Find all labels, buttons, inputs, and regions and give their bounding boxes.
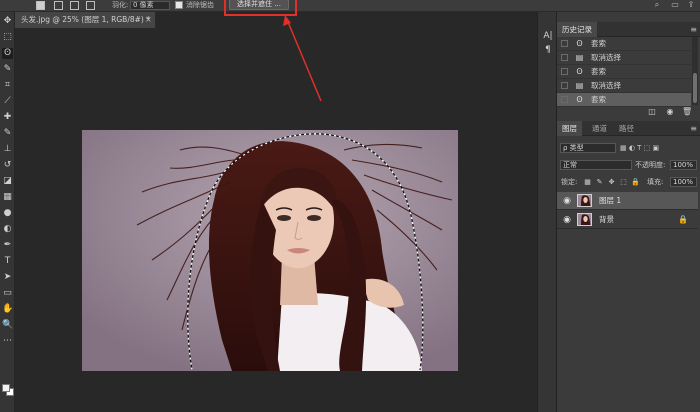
history-snapshot-checkbox[interactable] [561,68,568,75]
tab-paths[interactable]: 路径 [614,121,639,136]
share-icon[interactable]: ⇪ [686,0,696,10]
document-icon: ▤ [575,53,584,62]
feather-input[interactable]: 0 像素 [130,1,170,10]
intersect-selection-icon[interactable] [86,1,95,10]
history-panel-header: 历史记录 ≡ [557,22,700,37]
layer-filter-select[interactable]: ρ 类型 [560,143,616,153]
quick-select-icon[interactable]: ✎ [2,64,13,75]
opacity-label: 不透明度: [635,161,666,169]
tab-layers[interactable]: 图层 [557,121,582,136]
camera-icon[interactable]: ◉ [665,106,675,118]
tab-channels[interactable]: 通道 [587,121,612,136]
layer-name[interactable]: 图层 1 [599,192,621,210]
portrait-photo [82,130,458,371]
lock-icon: 🔒 [678,215,688,224]
shape-icon[interactable]: ▭ [2,288,13,299]
history-item[interactable]: ▤ 取消选择 [557,51,691,65]
eraser-icon[interactable]: ◪ [2,176,13,187]
antialias-label: 消除锯齿 [186,1,214,9]
history-item-label: 套索 [591,39,606,48]
layer-thumbnail [577,213,592,226]
history-scrollbar[interactable] [692,37,698,105]
pen-icon[interactable]: ✒ [2,240,13,251]
eyedropper-icon[interactable]: ⟋ [2,96,13,107]
history-scroll-thumb[interactable] [693,73,697,103]
marquee-icon[interactable]: ⬚ [2,32,13,43]
fill-label: 填充: [647,178,664,186]
add-selection-icon[interactable] [54,1,63,10]
fill-input[interactable]: 100% [670,177,697,187]
visibility-eye-icon[interactable]: ◉ [561,214,573,226]
history-item-label: 套索 [591,67,606,76]
document-icon: ▤ [575,81,584,90]
filter-icons[interactable]: ▦ ◐ T ⬚ ▣ [620,143,659,153]
layer-row[interactable]: ◉ 图层 1 [557,192,698,210]
lock-transparent-icon[interactable]: ▦ [583,178,592,187]
blend-mode-select[interactable]: 正常 [560,160,632,170]
character-icon[interactable]: A| [542,30,554,42]
move-icon[interactable]: ✥ [2,16,13,27]
trash-icon[interactable]: 🗑 [682,106,692,118]
history-snapshot-checkbox[interactable] [561,40,568,47]
close-icon[interactable]: × [145,12,155,28]
lasso-icon[interactable]: ʘ [2,48,13,59]
lock-all-icon[interactable]: 🔒 [631,178,640,187]
layers-panel-header: 图层 通道 路径 ≡ [557,121,700,136]
stamp-icon[interactable]: ⊥ [2,144,13,155]
healing-icon[interactable]: ✚ [2,112,13,123]
visibility-eye-icon[interactable]: ◉ [561,195,573,207]
lasso-icon: ʘ [576,67,583,76]
history-item-label: 取消选择 [591,81,621,90]
tools-panel: ✥ ⬚ ʘ ✎ ⌗ ⟋ ✚ ✎ ⊥ ↺ ◪ ▦ ● ◐ ✒ T ➤ ▭ ✋ 🔍 ⋯ [0,12,15,412]
history-item[interactable]: ʘ 套索 [557,37,691,51]
layer-thumbnail [577,194,592,207]
history-item[interactable]: ▤ 取消选择 [557,79,691,93]
history-item-label: 套索 [591,95,606,104]
layer-row[interactable]: ◉ 背景 🔒 [557,211,698,229]
right-panels: 历史记录 ≡ ʘ 套索 ▤ 取消选择 ʘ 套索 ▤ 取消选择 ʘ 套索 ◫ ◉ 🗑 图层 通道 路… [557,12,700,412]
panel-menu-icon[interactable]: ≡ [690,121,697,136]
dodge-icon[interactable]: ◐ [2,224,13,235]
history-item[interactable]: ʘ 套索 [557,93,691,107]
new-snapshot-icon[interactable]: ◫ [647,106,657,118]
collapsed-panels-column: A| ¶ [537,12,557,412]
new-selection-icon[interactable] [36,1,45,10]
lasso-icon: ʘ [576,39,583,48]
document-tab[interactable]: 头发.jpg @ 25% (图层 1, RGB/8#) * [15,12,156,28]
paragraph-icon[interactable]: ¶ [542,44,554,56]
feather-label: 羽化: [112,1,129,9]
foreground-color-swatch[interactable] [2,384,10,392]
path-select-icon[interactable]: ➤ [2,272,13,283]
options-bar: 羽化: 0 像素 消除锯齿 选择并遮住 ... ⌕ ▭ ⇪ [0,0,700,12]
more-icon[interactable]: ⋯ [2,336,13,347]
history-snapshot-checkbox[interactable] [561,82,568,89]
lock-pixels-icon[interactable]: ✎ [595,178,604,187]
lasso-icon: ʘ [576,95,583,104]
opacity-input[interactable]: 100% [670,160,697,170]
panel-menu-icon[interactable]: ≡ [690,22,697,37]
lock-artboard-icon[interactable]: ⬚ [619,178,628,187]
layer-name[interactable]: 背景 [599,211,614,229]
workspace-icon[interactable]: ▭ [670,0,680,10]
history-item-label: 取消选择 [591,53,621,62]
hand-icon[interactable]: ✋ [2,304,13,315]
history-brush-icon[interactable]: ↺ [2,160,13,171]
antialias-checkbox[interactable] [175,1,183,9]
tab-history[interactable]: 历史记录 [557,22,597,37]
history-snapshot-checkbox[interactable] [561,54,568,61]
crop-icon[interactable]: ⌗ [2,80,13,91]
subtract-selection-icon[interactable] [70,1,79,10]
select-and-mask-button[interactable]: 选择并遮住 ... [229,0,289,10]
history-snapshot-checkbox[interactable] [561,96,568,103]
brush-icon[interactable]: ✎ [2,128,13,139]
type-icon[interactable]: T [2,256,13,267]
history-item[interactable]: ʘ 套索 [557,65,691,79]
blur-icon[interactable]: ● [2,208,13,219]
lock-label: 锁定: [561,178,578,186]
lock-position-icon[interactable]: ✥ [607,178,616,187]
gradient-icon[interactable]: ▦ [2,192,13,203]
canvas-image[interactable] [82,130,458,371]
zoom-icon[interactable]: 🔍 [2,320,13,331]
search-icon[interactable]: ⌕ [652,0,662,10]
